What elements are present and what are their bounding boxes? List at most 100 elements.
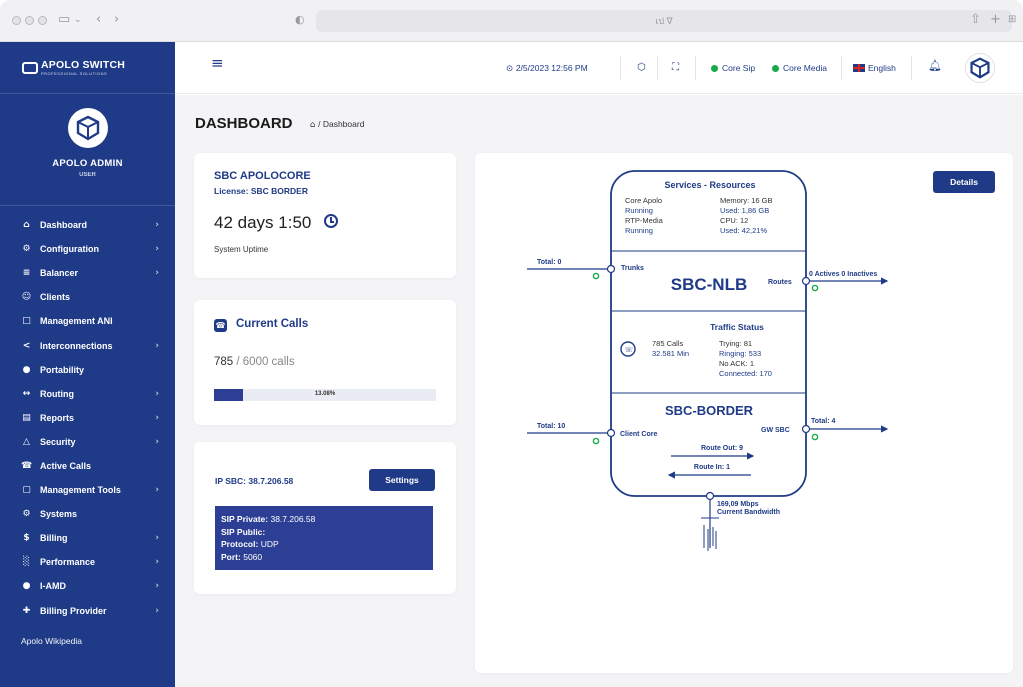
monitor-icon: ▢ — [22, 485, 31, 496]
sip-private-value: 38.7.206.58 — [270, 514, 316, 524]
file-icon: ▤ — [22, 412, 31, 423]
uptime-value: 42 days 1:50 — [214, 213, 312, 232]
share-icon[interactable]: ⇧ — [970, 11, 981, 29]
core-apolo-status: Running — [625, 206, 653, 215]
route-out-label: Route Out: 9 — [701, 445, 743, 452]
total-left-bottom: Total: 10 — [537, 423, 565, 430]
port-node — [801, 276, 811, 286]
wiki-link[interactable]: Apolo Wikipedia — [21, 636, 82, 646]
chevron-right-icon: › — [155, 533, 159, 544]
cube-icon[interactable]: ⬡ — [637, 62, 646, 74]
phone-icon: ☎ — [21, 460, 33, 471]
sidebar-item-active-calls[interactable]: ☎ Active Calls — [0, 454, 175, 478]
nlb-title: SBC-NLB — [671, 275, 748, 294]
browser-toolbar: ▭ ⌄ ‹ › ◐ เป ∇ ⇧ + ⊞ — [0, 0, 1023, 42]
back-icon[interactable]: ‹ — [96, 11, 101, 29]
shield-icon[interactable]: ◐ — [295, 11, 305, 29]
sidebar-item-balancer[interactable]: ≡ Balancer › — [0, 261, 175, 285]
sidebar-item-billing[interactable]: $ Billing › — [0, 526, 175, 550]
cube-logo-icon — [76, 115, 99, 141]
user-profile: APOLO ADMIN USER — [0, 94, 175, 206]
breadcrumb-text: / Dashboard — [318, 119, 365, 129]
bell-icon[interactable]: 🔔︎ — [928, 60, 942, 72]
sidebar-item-systems[interactable]: ⚙ Systems — [0, 502, 175, 526]
sidebar-item-management-tools[interactable]: ▢ Management Tools › — [0, 478, 175, 502]
brand-tagline: PROFESSIONAL SOLUTIONS — [41, 71, 108, 76]
chevron-right-icon: › — [155, 340, 159, 351]
status-dot-icon — [592, 437, 600, 445]
divider — [841, 56, 842, 80]
sidebar-item-label: Active Calls — [40, 460, 92, 471]
window-maximize-button[interactable] — [38, 16, 47, 25]
home-icon: ⌂ — [23, 220, 30, 231]
home-icon[interactable]: ⌂ — [310, 120, 318, 130]
window-close-button[interactable] — [12, 16, 21, 25]
status-dot-icon — [592, 272, 600, 280]
settings-button[interactable]: Settings — [369, 469, 435, 491]
forward-icon[interactable]: › — [114, 11, 119, 29]
dollar-icon: $ — [23, 533, 30, 544]
core-apolo-label: Core Apolo — [625, 196, 662, 205]
sip-private-label: SIP Private: — [221, 514, 269, 524]
new-tab-icon[interactable]: + — [990, 11, 1001, 29]
chevron-right-icon: › — [155, 485, 159, 496]
core-media-status[interactable]: Core Media — [772, 62, 827, 74]
tab-overview-icon[interactable]: ⊞ — [1008, 11, 1016, 29]
sidebar-item-i-amd[interactable]: ● I-AMD › — [0, 574, 175, 598]
sidebar-item-configuration[interactable]: ⚙ Configuration › — [0, 237, 175, 261]
sidebar-item-security[interactable]: △ Security › — [0, 430, 175, 454]
language-selector[interactable]: English — [853, 62, 896, 74]
sip-public-row: SIP Public: — [221, 526, 427, 539]
protocol-value: UDP — [260, 539, 279, 549]
sidebar-item-label: Billing — [40, 533, 68, 544]
sidebar-item-clients[interactable]: ☺ Clients — [0, 285, 175, 309]
users-icon: ☺ — [21, 292, 32, 303]
menu-toggle-icon[interactable]: ≡ — [211, 56, 224, 71]
sliders-icon: ≡ — [22, 268, 31, 279]
route-in-label: Route In: 1 — [694, 464, 730, 471]
total-right-bottom: Total: 4 — [811, 418, 835, 425]
sidebar-item-reports[interactable]: ▤ Reports › — [0, 406, 175, 430]
calls-total: / 6000 calls — [236, 356, 295, 368]
sidebar-item-label: Configuration — [40, 244, 99, 255]
current-calls-card: ☎ Current Calls 785 / 6000 calls 13.08% — [194, 300, 456, 425]
avatar[interactable] — [67, 108, 108, 148]
sidebar-item-routing[interactable]: ↔ Routing › — [0, 382, 175, 406]
chevron-right-icon: › — [155, 557, 159, 568]
ip-sbc: IP SBC: 38.7.206.58 — [215, 476, 294, 486]
gw-sbc-label: GW SBC — [761, 427, 790, 434]
sidebar-item-label: Billing Provider — [40, 605, 107, 616]
language-label: English — [868, 63, 896, 73]
port-value: 5060 — [243, 551, 263, 562]
datetime: ⊙ 2/5/2023 12:56 PM — [506, 62, 588, 75]
profile-name: APOLO ADMIN — [52, 158, 123, 169]
fullscreen-icon[interactable]: ⛶ — [672, 62, 679, 74]
brand[interactable]: APOLO SWITCH PROFESSIONAL SOLUTIONS — [0, 42, 175, 94]
sidebar-item-billing-provider[interactable]: ✚ Billing Provider › — [0, 599, 175, 623]
sidebar-toggle-icon[interactable]: ▭ — [58, 11, 70, 29]
port-node — [606, 428, 616, 438]
sidebar-item-interconnections[interactable]: < Interconnections › — [0, 333, 175, 357]
address-bar[interactable]: เป ∇ — [316, 10, 1012, 32]
core-sip-status[interactable]: Core Sip — [711, 62, 755, 74]
core-sip-label: Core Sip — [722, 63, 756, 73]
calls-progress-bar: 13.08% — [214, 389, 436, 401]
port-node — [606, 264, 616, 274]
topbar: ≡ ⊙ 2/5/2023 12:56 PM ⬡ ⛶ Core Sip Core … — [175, 42, 1023, 94]
window-minimize-button[interactable] — [25, 16, 34, 25]
ip-sbc-card: IP SBC: 38.7.206.58 Settings SIP Private… — [194, 442, 456, 594]
chevron-down-icon[interactable]: ⌄ — [74, 11, 82, 29]
calls-title: Current Calls — [236, 318, 309, 330]
route-icon: ↔ — [22, 388, 31, 399]
sip-private-row: SIP Private: 38.7.206.58 — [221, 513, 427, 526]
sidebar-item-performance[interactable]: ░ Performance › — [0, 550, 175, 574]
sidebar-item-management-ani[interactable]: □ Management ANI — [0, 309, 175, 333]
user-avatar[interactable] — [965, 53, 995, 83]
phone-icon: ☎ — [214, 319, 227, 332]
sidebar-item-label: Dashboard — [40, 220, 88, 231]
profile-role: USER — [79, 172, 96, 178]
network-diagram-card: Details Services - Resources Core Apolo … — [475, 153, 1013, 673]
sidebar-item-dashboard[interactable]: ⌂ Dashboard › — [0, 213, 175, 237]
sidebar-item-portability[interactable]: ● Portability — [0, 358, 175, 382]
divider — [657, 56, 658, 80]
